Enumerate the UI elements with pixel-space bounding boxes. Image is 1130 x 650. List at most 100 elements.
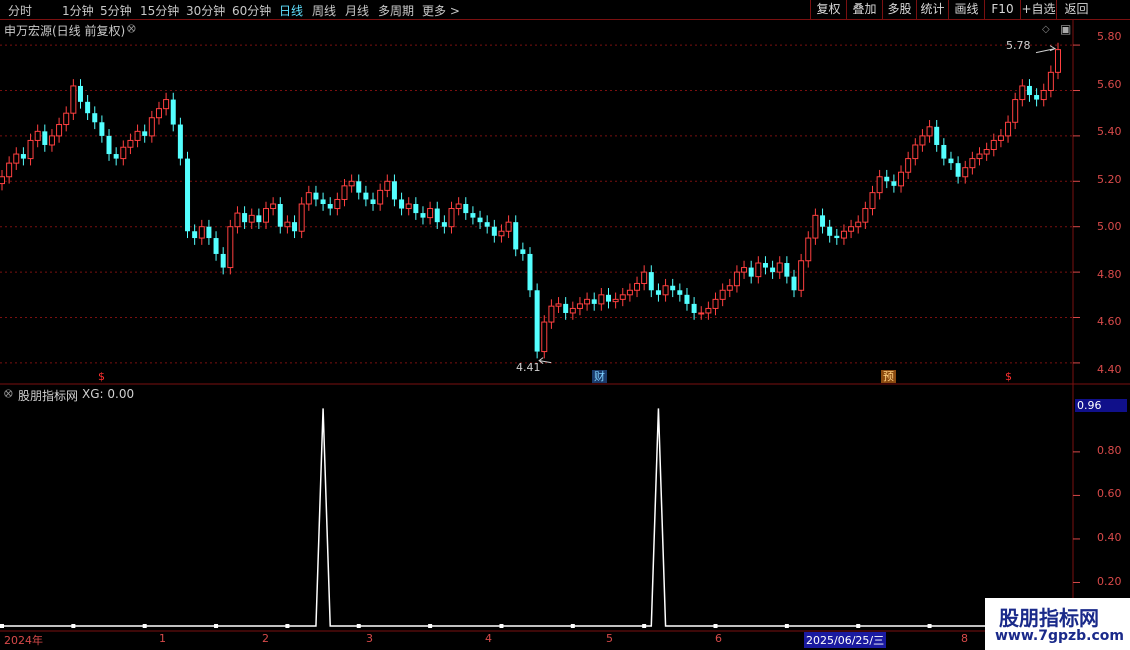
candle-body	[148, 117, 155, 137]
candle-body	[227, 226, 234, 269]
candle-body	[298, 203, 305, 232]
period-tab-1min[interactable]: 1分钟	[62, 2, 94, 19]
multi-stock-button[interactable]: 多股	[882, 0, 916, 19]
candle-body	[576, 303, 583, 309]
period-tab-multi[interactable]: 多周期	[378, 2, 414, 19]
candle-body	[320, 199, 326, 204]
candle-body	[70, 85, 77, 114]
period-tab-15min[interactable]: 15分钟	[140, 2, 179, 19]
candle-body	[263, 208, 269, 223]
candle-body	[884, 176, 890, 182]
candle-body	[827, 226, 833, 236]
event-badge-financial[interactable]: 财	[592, 370, 607, 383]
candle-body	[177, 124, 183, 159]
candle-body	[63, 112, 70, 126]
xg-point-marker	[71, 624, 76, 628]
candle-body	[284, 221, 291, 228]
candle-body	[305, 192, 312, 205]
event-badge-dividend[interactable]: $	[1003, 370, 1014, 383]
high-price-label: 5.78	[1006, 39, 1031, 52]
candle-body	[384, 180, 391, 191]
y-tick-label: 5.20	[1097, 173, 1122, 186]
candle-body	[670, 285, 676, 291]
candle-body	[113, 154, 119, 159]
candle-body	[170, 99, 176, 125]
watchlist-add-button[interactable]: +自选	[1020, 0, 1056, 19]
candle-body	[491, 226, 497, 236]
xg-point-marker	[214, 624, 219, 628]
y-tick-label: 4.80	[1097, 268, 1122, 281]
candle-body	[20, 154, 26, 159]
period-tab-weekly[interactable]: 周线	[312, 2, 336, 19]
period-tab-intraday[interactable]: 分时	[8, 2, 32, 19]
period-tab-more[interactable]: 更多 >	[422, 2, 460, 19]
candle-body	[427, 208, 434, 219]
candle-body	[6, 162, 13, 178]
candle-body	[905, 158, 912, 173]
draw-line-button[interactable]: 画线	[948, 0, 984, 19]
event-badge-dividend[interactable]: $	[96, 370, 107, 383]
period-tab-monthly[interactable]: 月线	[345, 2, 369, 19]
candle-body	[99, 122, 105, 136]
candle-body	[92, 113, 98, 123]
f10-button[interactable]: F10	[984, 0, 1020, 19]
date-tick: 1	[159, 632, 166, 645]
candle-body	[762, 263, 768, 268]
candle-body	[955, 163, 961, 177]
candle-body	[805, 237, 812, 262]
indicator-chart[interactable]	[0, 385, 1130, 632]
candle-body	[455, 203, 462, 210]
watermark-title: 股朋指标网	[999, 606, 1099, 630]
period-tab-daily[interactable]: 日线	[279, 2, 303, 19]
xg-point-marker	[570, 624, 575, 628]
high-arrow	[1035, 45, 1057, 54]
candle-body	[741, 267, 748, 273]
candle-body	[248, 214, 255, 223]
candle-body	[655, 290, 661, 295]
candle-body	[812, 214, 819, 239]
indicator-current-value: 0.96	[1075, 399, 1127, 412]
candle-body	[619, 294, 626, 300]
candle-body	[377, 189, 384, 205]
candle-body	[1005, 121, 1012, 137]
adjust-button[interactable]: 复权	[810, 0, 846, 19]
y-tick-label: 0.20	[1097, 575, 1122, 588]
candle-body	[1047, 71, 1054, 91]
candle-body	[27, 139, 34, 160]
overlay-button[interactable]: 叠加	[846, 0, 882, 19]
candle-body	[85, 101, 91, 114]
period-tab-60min[interactable]: 60分钟	[232, 2, 271, 19]
candle-body	[798, 260, 805, 291]
candle-body	[448, 208, 455, 228]
candle-body	[270, 203, 277, 210]
y-tick-label: 0.40	[1097, 531, 1122, 544]
xg-point-marker	[499, 624, 504, 628]
candle-body	[13, 153, 20, 164]
xg-point-marker	[713, 624, 718, 628]
candle-body	[705, 307, 712, 314]
candle-body	[34, 130, 41, 141]
xg-point-marker	[285, 624, 290, 628]
xg-point-marker	[142, 624, 147, 628]
candle-body	[420, 213, 426, 218]
period-tab-30min[interactable]: 30分钟	[186, 2, 225, 19]
candle-body	[869, 192, 876, 210]
candle-body	[477, 217, 483, 223]
candle-body	[898, 171, 905, 187]
candle-body	[948, 158, 954, 164]
candle-body	[0, 176, 5, 185]
candle-body	[356, 181, 362, 193]
date-tick: 8	[961, 632, 968, 645]
candle-body	[48, 135, 55, 146]
candle-body	[1019, 85, 1026, 101]
candle-body	[292, 222, 298, 232]
y-tick-label: 4.40	[1097, 363, 1122, 376]
date-tick: 3	[366, 632, 373, 645]
candle-body	[313, 192, 319, 200]
candle-body	[548, 305, 555, 323]
back-button[interactable]: 返回	[1056, 0, 1096, 19]
period-tab-5min[interactable]: 5分钟	[100, 2, 132, 19]
candlestick-chart[interactable]	[0, 20, 1130, 385]
event-badge-forecast[interactable]: 预	[881, 370, 896, 383]
stats-button[interactable]: 统计	[916, 0, 948, 19]
